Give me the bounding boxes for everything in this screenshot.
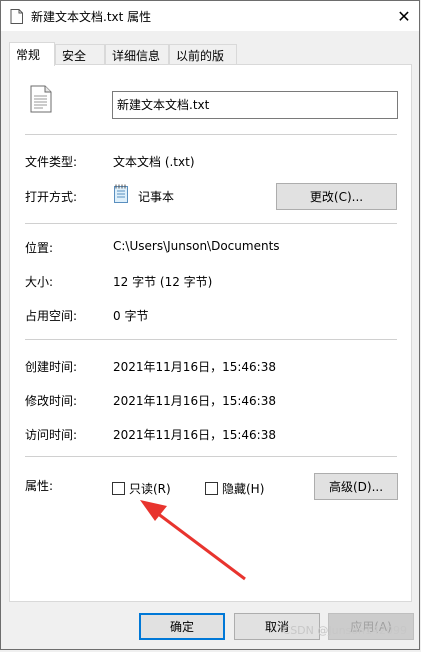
- ok-button[interactable]: 确定: [139, 613, 225, 640]
- properties-window: 新建文本文档.txt 属性 ✕ 常规 安全 详细信息 以前的版本 新建文本文档.…: [0, 0, 420, 650]
- tab-general[interactable]: 常规: [9, 42, 55, 66]
- watermark: CSDN @Junson142099: [282, 624, 407, 637]
- annotation-arrow-icon: [140, 500, 246, 581]
